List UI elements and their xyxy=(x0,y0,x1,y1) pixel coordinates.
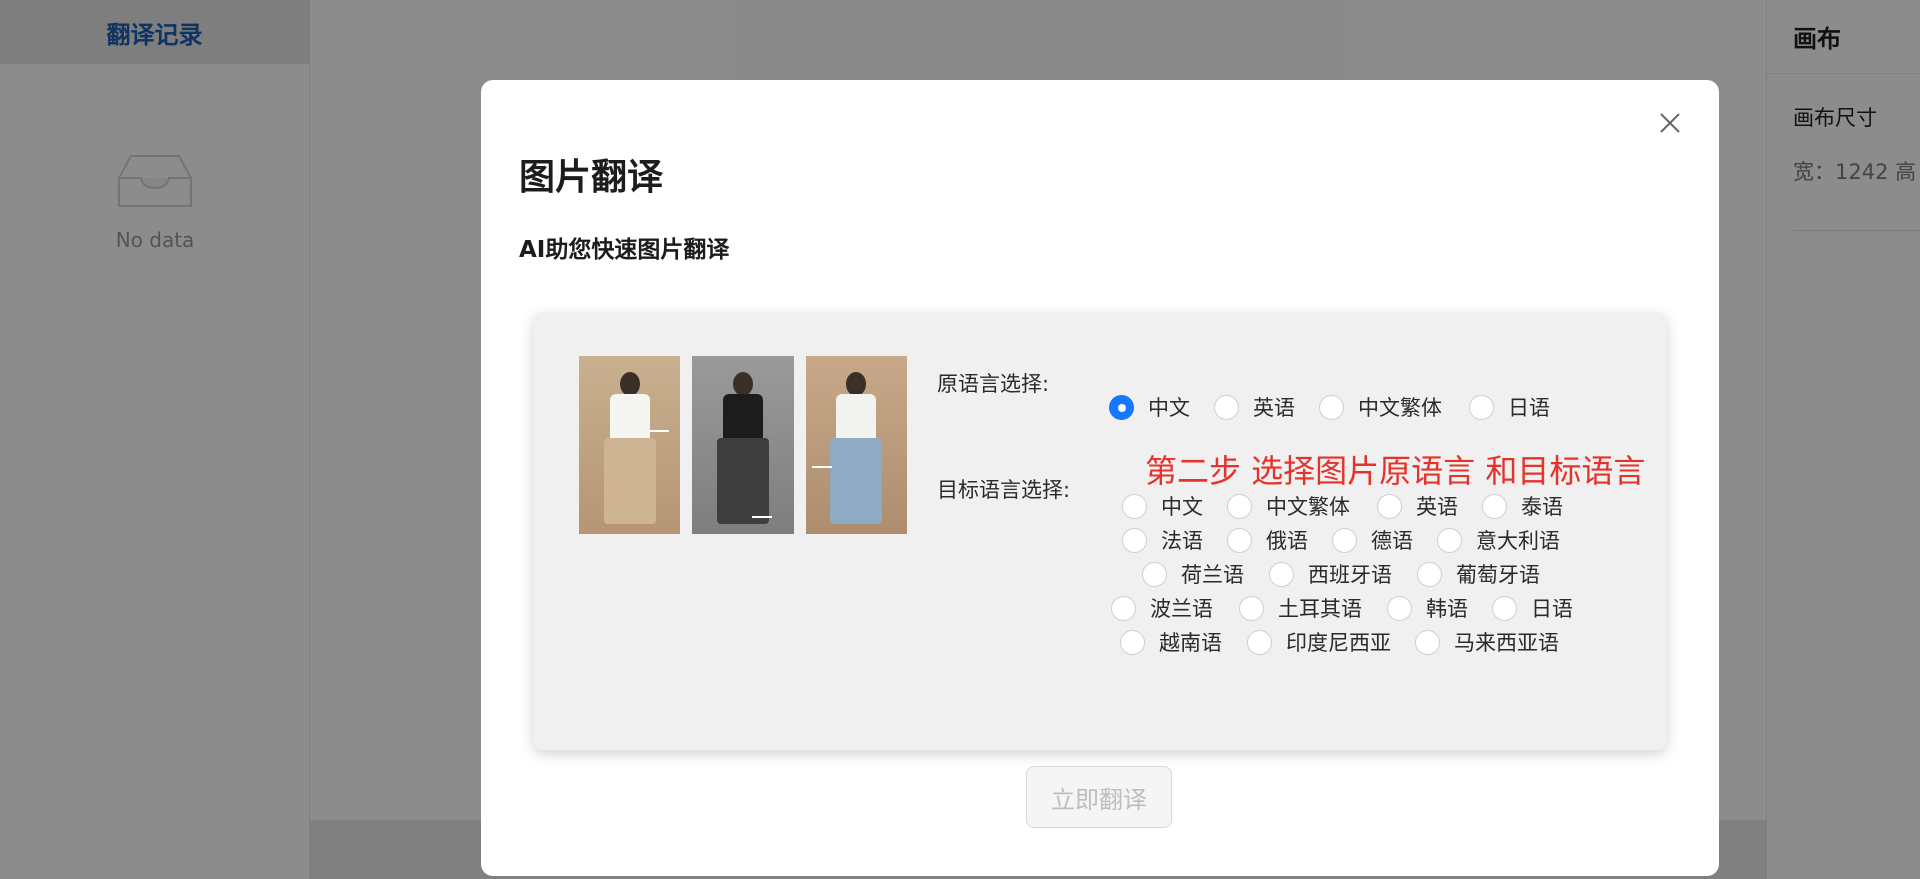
dialog-title: 图片翻译 xyxy=(519,157,664,198)
radio-label: 英语 xyxy=(1253,396,1295,420)
radio-label: 葡萄牙语 xyxy=(1456,563,1540,587)
target-radio[interactable]: 越南语 xyxy=(1120,627,1222,657)
step-hint: 第二步 选择图片原语言 和目标语言 xyxy=(1145,452,1646,490)
radio-circle-icon xyxy=(1319,394,1344,420)
source-radio-ja[interactable]: 日语 xyxy=(1469,392,1550,422)
target-radio[interactable]: 泰语 xyxy=(1482,491,1563,521)
source-radio-en[interactable]: 英语 xyxy=(1214,392,1295,422)
target-radio[interactable]: 俄语 xyxy=(1227,525,1308,555)
translate-now-button[interactable]: 立即翻译 xyxy=(1026,766,1172,828)
radio-circle-icon xyxy=(1415,629,1440,655)
radio-circle-icon xyxy=(1120,629,1145,655)
radio-label: 马来西亚语 xyxy=(1454,631,1559,655)
radio-circle-icon xyxy=(1377,493,1402,519)
source-radio-zh-tw[interactable]: 中文繁体 xyxy=(1319,392,1442,422)
target-radio[interactable]: 中文 xyxy=(1122,491,1203,521)
target-radio[interactable]: 日语 xyxy=(1492,593,1573,623)
radio-label: 土耳其语 xyxy=(1278,597,1362,621)
radio-checked-icon xyxy=(1109,394,1134,420)
target-radio[interactable]: 韩语 xyxy=(1387,593,1468,623)
target-radio[interactable]: 葡萄牙语 xyxy=(1417,559,1540,589)
target-radio[interactable]: 法语 xyxy=(1122,525,1203,555)
radio-circle-icon xyxy=(1142,561,1167,587)
radio-label: 德语 xyxy=(1371,529,1413,553)
radio-label: 中文繁体 xyxy=(1266,495,1350,519)
radio-circle-icon xyxy=(1227,527,1252,553)
radio-label: 意大利语 xyxy=(1476,529,1560,553)
preview-photo xyxy=(692,356,794,534)
source-language-label: 原语言选择: xyxy=(937,372,1050,396)
radio-label: 中文 xyxy=(1148,396,1190,420)
target-radio[interactable]: 土耳其语 xyxy=(1239,593,1362,623)
target-radio[interactable]: 荷兰语 xyxy=(1142,559,1244,589)
radio-circle-icon xyxy=(1469,394,1494,420)
radio-circle-icon xyxy=(1214,394,1239,420)
target-radio[interactable]: 中文繁体 xyxy=(1227,491,1350,521)
target-radio[interactable]: 英语 xyxy=(1377,491,1458,521)
radio-circle-icon xyxy=(1437,527,1462,553)
target-radio[interactable]: 西班牙语 xyxy=(1269,559,1392,589)
radio-label: 日语 xyxy=(1508,396,1550,420)
radio-label: 西班牙语 xyxy=(1308,563,1392,587)
radio-label: 中文 xyxy=(1161,495,1203,519)
radio-label: 俄语 xyxy=(1266,529,1308,553)
radio-label: 波兰语 xyxy=(1150,597,1213,621)
preview-photo xyxy=(579,356,681,534)
radio-label: 越南语 xyxy=(1159,631,1222,655)
radio-label: 韩语 xyxy=(1426,597,1468,621)
target-radio[interactable]: 意大利语 xyxy=(1437,525,1560,555)
dialog-subtitle: AI助您快速图片翻译 xyxy=(519,237,730,263)
radio-label: 泰语 xyxy=(1521,495,1563,519)
radio-circle-icon xyxy=(1417,561,1442,587)
radio-label: 日语 xyxy=(1531,597,1573,621)
preview-photo xyxy=(805,356,907,534)
radio-circle-icon xyxy=(1239,595,1264,621)
radio-circle-icon xyxy=(1332,527,1357,553)
radio-label: 印度尼西亚 xyxy=(1286,631,1391,655)
close-icon[interactable] xyxy=(1655,108,1685,138)
radio-label: 英语 xyxy=(1416,495,1458,519)
radio-circle-icon xyxy=(1227,493,1252,519)
target-radio[interactable]: 马来西亚语 xyxy=(1415,627,1559,657)
image-translate-dialog: 图片翻译 AI助您快速图片翻译 原语言选择: 目标语言选择: 第二步 选择图片原… xyxy=(481,80,1719,876)
settings-card: 原语言选择: 目标语言选择: 第二步 选择图片原语言 和目标语言 中文 英语 中… xyxy=(533,312,1667,750)
radio-circle-icon xyxy=(1269,561,1294,587)
source-radio-zh[interactable]: 中文 xyxy=(1109,392,1190,422)
target-radio[interactable]: 波兰语 xyxy=(1111,593,1213,623)
target-language-label: 目标语言选择: xyxy=(937,478,1071,502)
target-radio[interactable]: 印度尼西亚 xyxy=(1247,627,1391,657)
radio-circle-icon xyxy=(1122,527,1147,553)
radio-circle-icon xyxy=(1247,629,1272,655)
radio-label: 中文繁体 xyxy=(1358,396,1442,420)
radio-circle-icon xyxy=(1111,595,1136,621)
radio-circle-icon xyxy=(1492,595,1517,621)
radio-circle-icon xyxy=(1482,493,1507,519)
image-preview xyxy=(579,356,907,534)
radio-label: 荷兰语 xyxy=(1181,563,1244,587)
radio-circle-icon xyxy=(1122,493,1147,519)
target-radio[interactable]: 德语 xyxy=(1332,525,1413,555)
radio-circle-icon xyxy=(1387,595,1412,621)
radio-label: 法语 xyxy=(1161,529,1203,553)
